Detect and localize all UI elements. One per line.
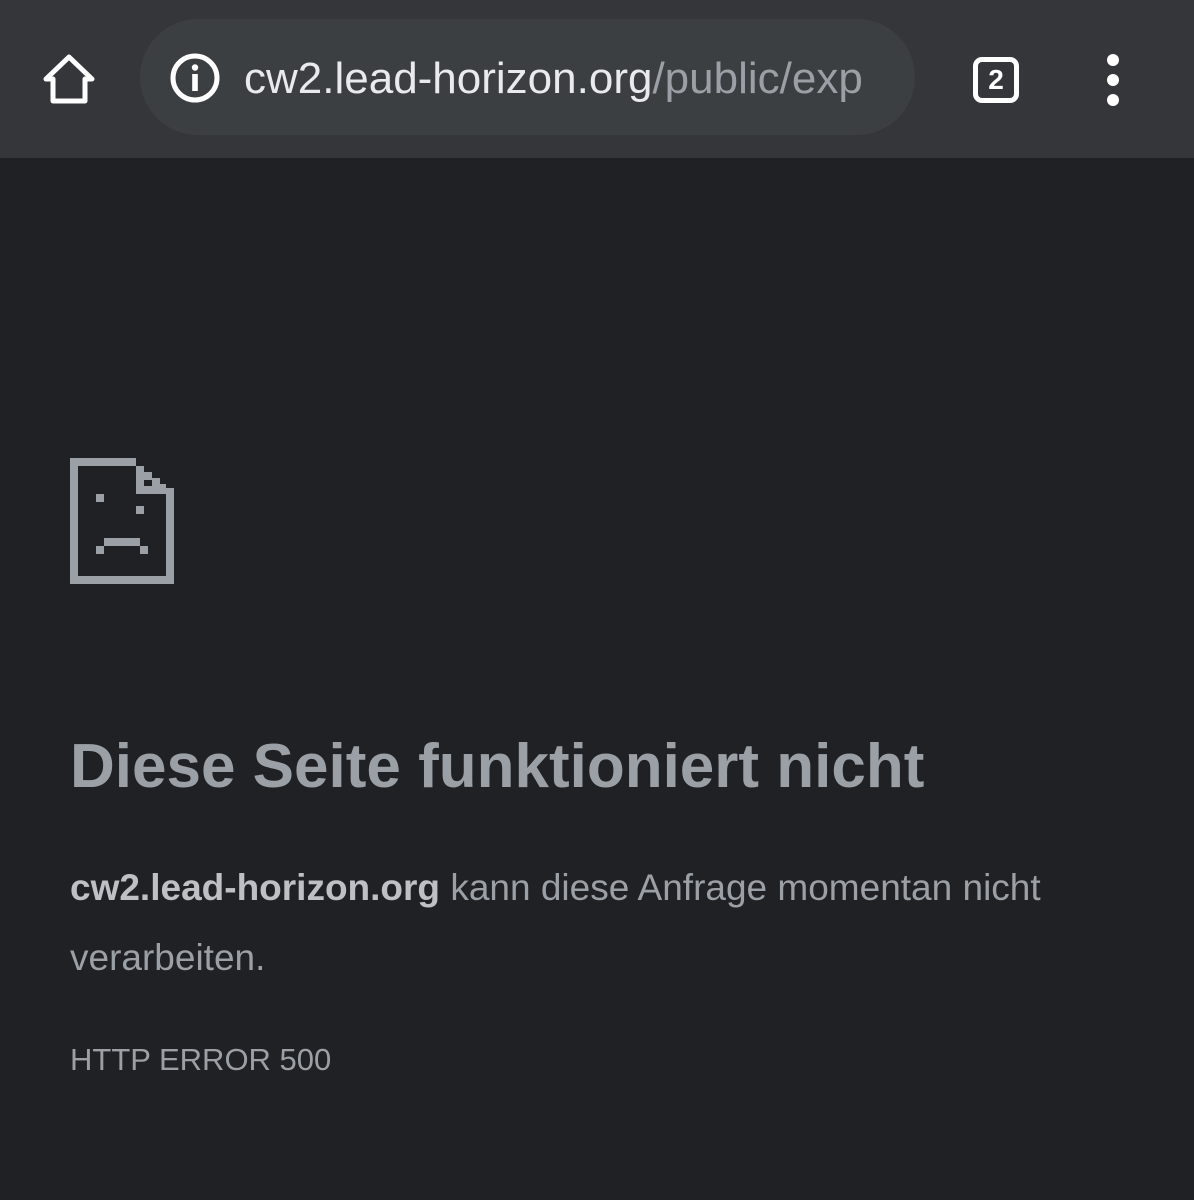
browser-toolbar: cw2.lead-horizon.org/public/exp 2	[0, 0, 1194, 158]
more-menu-button[interactable]	[1080, 42, 1146, 118]
more-vert-icon	[1107, 54, 1119, 66]
url-text[interactable]: cw2.lead-horizon.org/public/exp	[244, 49, 894, 109]
error-page: Diese Seite funktioniert nicht cw2.lead-…	[0, 158, 1194, 1200]
home-button[interactable]	[28, 38, 110, 120]
url-path: /public/exp	[652, 54, 863, 103]
tab-switcher-button[interactable]: 2	[962, 46, 1030, 114]
sad-page-icon	[70, 458, 174, 584]
tab-switcher-icon: 2	[973, 57, 1019, 103]
address-bar[interactable]: cw2.lead-horizon.org/public/exp	[140, 19, 915, 135]
tab-count: 2	[988, 64, 1004, 95]
error-message-host: cw2.lead-horizon.org	[70, 867, 441, 908]
error-code: HTTP ERROR 500	[70, 1042, 332, 1077]
error-title: Diese Seite funktioniert nicht	[70, 732, 925, 801]
info-icon[interactable]	[168, 51, 222, 105]
error-message: cw2.lead-horizon.org kann diese Anfrage …	[70, 853, 1130, 993]
home-icon	[43, 54, 95, 104]
url-host: cw2.lead-horizon.org	[244, 54, 653, 103]
